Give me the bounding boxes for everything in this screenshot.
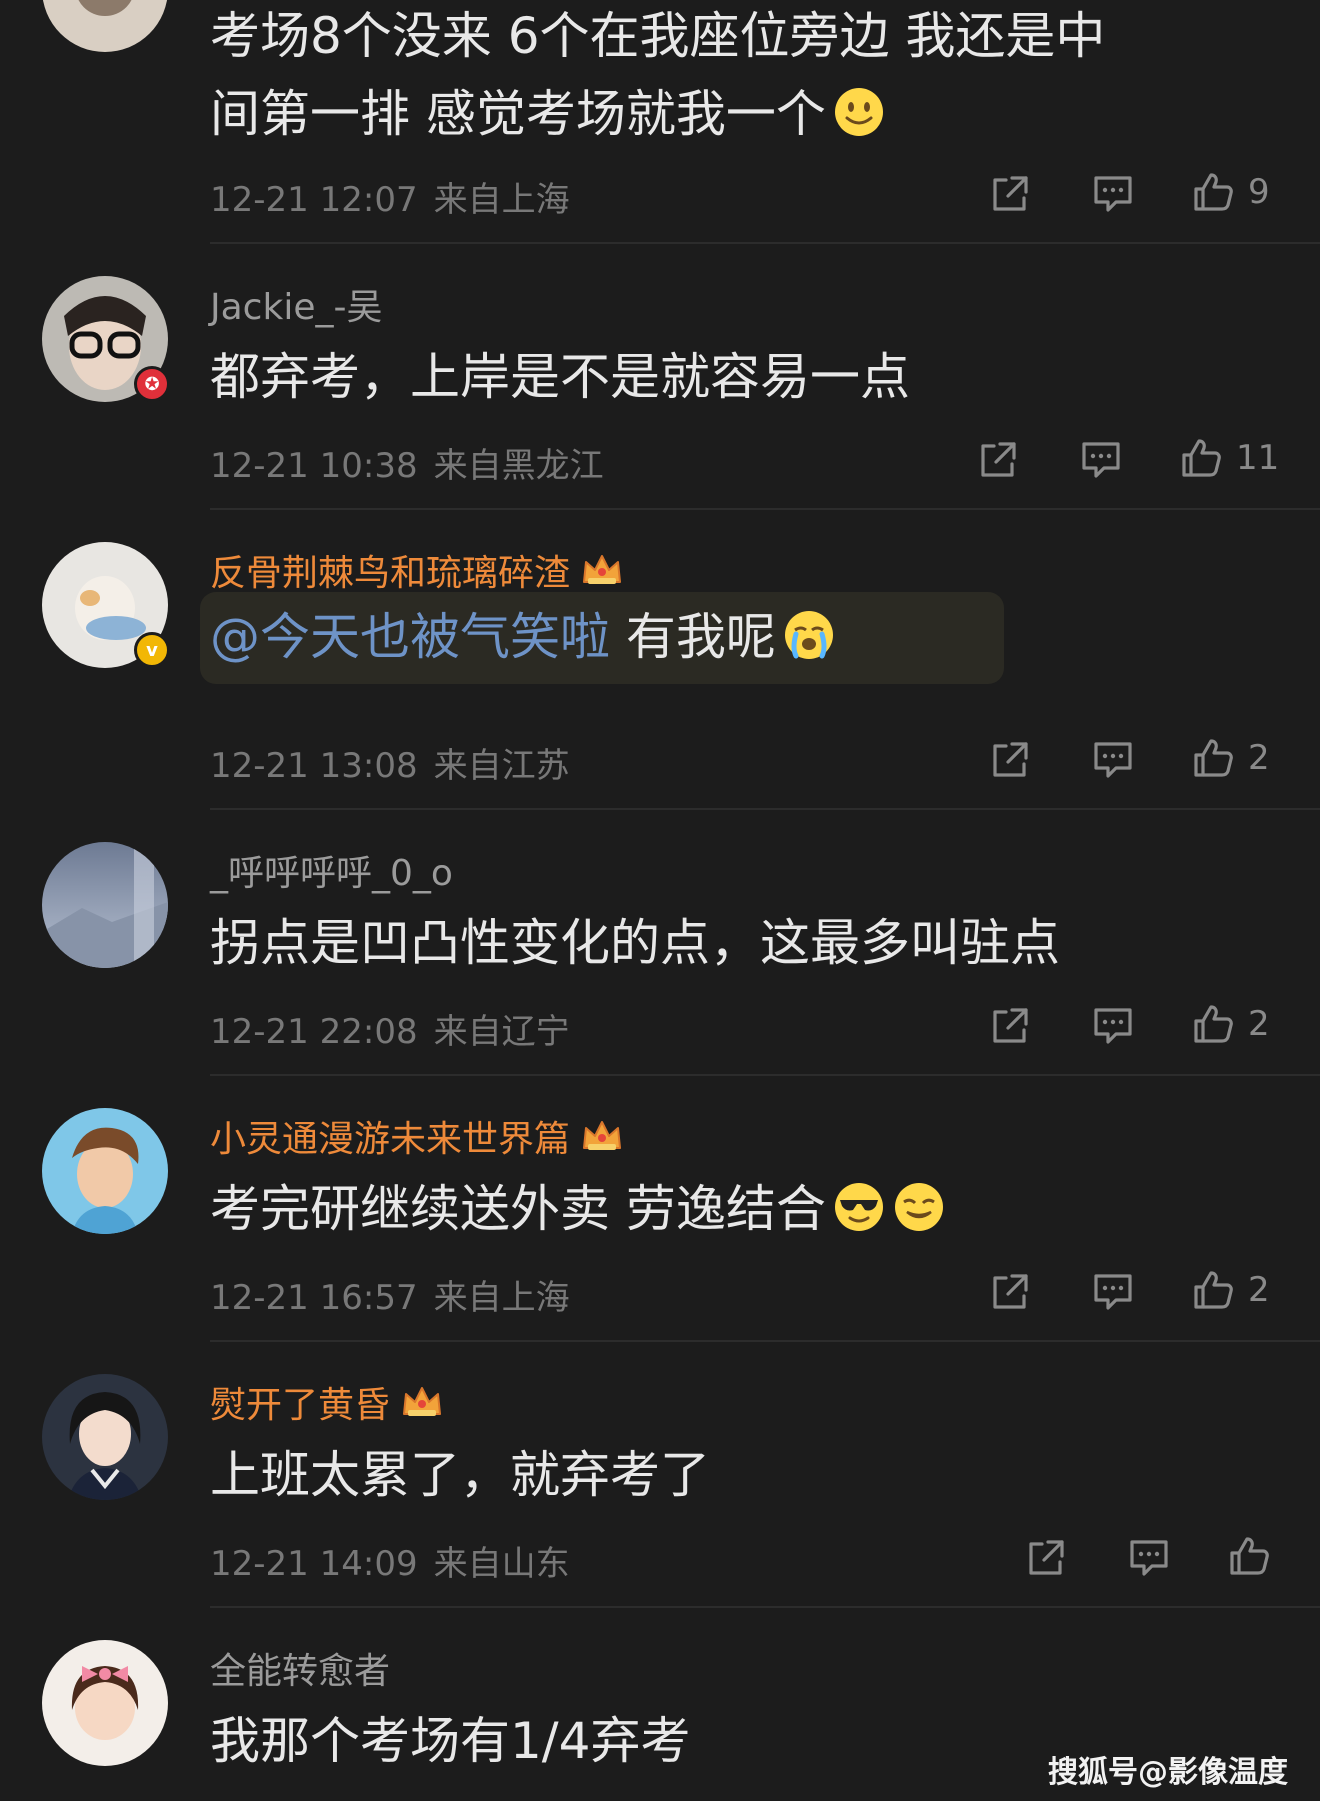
reply-button[interactable]: [1092, 1002, 1134, 1050]
reply-icon: [1080, 440, 1122, 480]
username[interactable]: 小灵通漫游未来世界篇: [210, 1110, 624, 1162]
reply-button[interactable]: [1080, 436, 1122, 484]
reply-button[interactable]: [1128, 1534, 1170, 1582]
share-icon: [990, 1006, 1030, 1046]
comment-location: 来自黑龙江: [433, 446, 604, 486]
divider: [210, 1074, 1320, 1076]
reply-button[interactable]: [1092, 736, 1134, 784]
like-button[interactable]: 2: [1192, 1266, 1270, 1314]
comment-text: 都弃考，上岸是不是就容易一点: [210, 348, 910, 406]
share-icon: [990, 1272, 1030, 1312]
comment-text: @今天也被气笑啦 有我呢: [210, 596, 1290, 678]
reply-icon: [1092, 1006, 1134, 1046]
divider: [210, 1606, 1320, 1608]
divider: [210, 1340, 1320, 1342]
username[interactable]: _呼呼呼呼_0_o: [210, 844, 453, 896]
share-button[interactable]: [990, 1002, 1030, 1050]
reply-icon: [1128, 1538, 1170, 1578]
comment-meta: 12-21 12:07 来自上海: [210, 172, 570, 221]
share-icon: [978, 440, 1018, 480]
share-icon: [990, 740, 1030, 780]
crying-emoji: [782, 608, 836, 662]
like-button[interactable]: 2: [1192, 1000, 1270, 1048]
reply-icon: [1092, 740, 1134, 780]
comment-meta: 12-21 14:09 来自山东: [210, 1536, 570, 1585]
reply-icon: [1092, 174, 1134, 214]
comment-time: 12-21 14:09: [210, 1544, 418, 1584]
avatar[interactable]: [42, 1108, 168, 1234]
reply-button[interactable]: [1092, 1268, 1134, 1316]
like-icon: [1192, 1003, 1234, 1045]
verified-badge: v: [134, 632, 170, 668]
divider: [210, 242, 1320, 244]
comment-text: 拐点是凹凸性变化的点，这最多叫驻点: [210, 914, 1060, 972]
comment-text: 考场8个没来 6个在我座位旁边 我还是中: [210, 7, 1106, 65]
avatar[interactable]: [42, 842, 168, 968]
crown-icon: [580, 1118, 624, 1154]
username[interactable]: 全能转愈者: [210, 1642, 390, 1694]
comment-time: 12-21 10:38: [210, 446, 418, 486]
avatar[interactable]: [42, 0, 168, 52]
like-icon: [1228, 1535, 1270, 1577]
like-count: 2: [1248, 1270, 1270, 1310]
share-button[interactable]: [990, 170, 1030, 218]
cool-emoji: [832, 1180, 886, 1234]
comment-time: 12-21 22:08: [210, 1012, 418, 1052]
avatar[interactable]: [42, 1374, 168, 1500]
like-button[interactable]: 9: [1192, 168, 1270, 216]
comment-meta: 12-21 16:57 来自上海: [210, 1270, 570, 1319]
avatar[interactable]: [42, 1640, 168, 1766]
like-icon: [1180, 437, 1222, 479]
comment-time: 12-21 12:07: [210, 180, 418, 220]
like-icon: [1192, 171, 1234, 213]
comment-location: 来自上海: [433, 1278, 570, 1318]
divider: [210, 808, 1320, 810]
reply-icon: [1092, 1272, 1134, 1312]
comment-time: 12-21 13:08: [210, 746, 418, 786]
divider: [210, 508, 1320, 510]
smile-emoji: [832, 85, 886, 139]
like-button[interactable]: [1228, 1532, 1270, 1580]
verified-badge: ✪: [134, 366, 170, 402]
like-icon: [1192, 1269, 1234, 1311]
comment-meta: 12-21 10:38 来自黑龙江: [210, 438, 604, 487]
username[interactable]: 熨开了黄昏: [210, 1376, 444, 1428]
like-button[interactable]: 2: [1192, 734, 1270, 782]
comment-time: 12-21 16:57: [210, 1278, 418, 1318]
comment-location: 来自山东: [433, 1544, 570, 1584]
comment-location: 来自辽宁: [433, 1012, 570, 1052]
smirk-emoji: [892, 1180, 946, 1234]
share-button[interactable]: [1026, 1534, 1066, 1582]
avatar[interactable]: v: [42, 542, 170, 668]
share-button[interactable]: [990, 736, 1030, 784]
watermark: 搜狐号@影像温度: [1048, 1755, 1288, 1790]
comment-meta: 12-21 13:08 来自江苏: [210, 738, 570, 787]
comment-meta: 12-21 22:08 来自辽宁: [210, 1004, 570, 1053]
like-icon: [1192, 737, 1234, 779]
reply-button[interactable]: [1092, 170, 1134, 218]
share-icon: [1026, 1538, 1066, 1578]
share-icon: [990, 174, 1030, 214]
username[interactable]: 反骨荆棘鸟和琉璃碎渣: [210, 544, 624, 596]
mention-link[interactable]: @今天也被气笑啦: [210, 608, 610, 666]
crown-icon: [400, 1384, 444, 1420]
like-count: 11: [1236, 438, 1280, 478]
share-button[interactable]: [990, 1268, 1030, 1316]
like-button[interactable]: 11: [1180, 434, 1279, 482]
like-count: 9: [1248, 172, 1270, 212]
username[interactable]: Jackie_-吴: [210, 278, 382, 330]
comment-text: 间第一排 感觉考场就我一个: [210, 73, 1290, 155]
like-count: 2: [1248, 738, 1270, 778]
like-count: 2: [1248, 1004, 1270, 1044]
share-button[interactable]: [978, 436, 1018, 484]
avatar[interactable]: ✪: [42, 276, 170, 402]
comment-location: 来自江苏: [433, 746, 570, 786]
comment-text: 考完研继续送外卖 劳逸结合: [210, 1168, 1290, 1250]
comment-location: 来自上海: [433, 180, 570, 220]
comment-text: 上班太累了，就弃考了: [210, 1446, 710, 1504]
crown-icon: [580, 552, 624, 588]
